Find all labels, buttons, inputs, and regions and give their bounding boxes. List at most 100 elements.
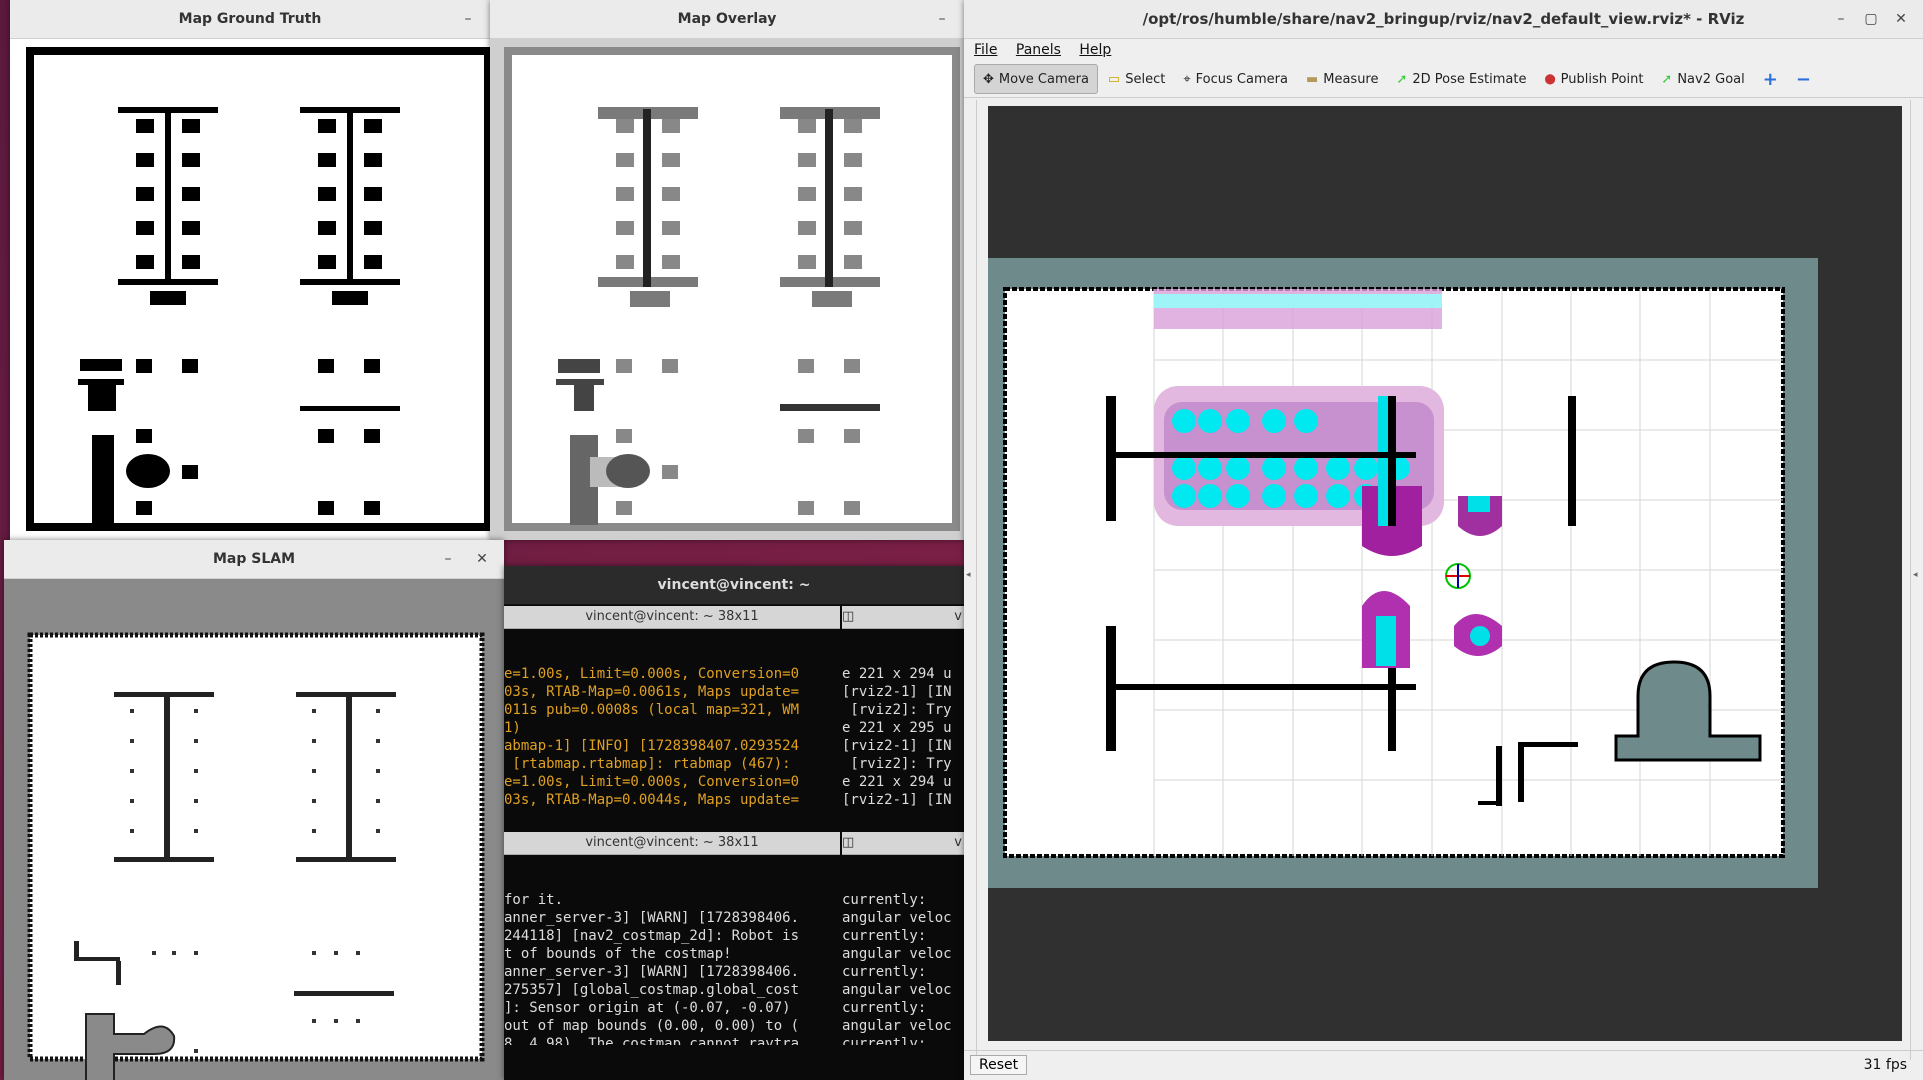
terminal-line: t of bounds of the costmap! — [504, 946, 732, 962]
toolbar: ✥ Move Camera ▭ Select ⌖ Focus Camera ▬ Meas… — [964, 61, 1923, 98]
overlay-map — [490, 39, 964, 540]
terminal-tab[interactable]: ◫ v — [842, 606, 964, 629]
tool-label: Focus Camera — [1195, 71, 1288, 87]
titlebar[interactable]: /opt/ros/humble/share/nav2_bringup/rviz/… — [964, 0, 1923, 39]
terminal-line: e 221 x 295 u — [842, 720, 952, 736]
minimize-button[interactable]: – — [930, 0, 954, 38]
terminal-window: vincent@vincent: ~ vincent@vincent: ~ 38… — [504, 566, 964, 1080]
nav2-goal-icon: ➚ — [1661, 71, 1673, 87]
minimize-button[interactable]: – — [1829, 0, 1853, 38]
slam-map — [4, 579, 504, 1080]
terminal-line: angular veloc — [842, 910, 952, 926]
terminal-line: 011s pub=0.0008s (local map=321, WM — [504, 702, 800, 718]
terminal-line: ]: Sensor origin at (-0.07, -0.07) — [504, 1000, 791, 1016]
tool-label: Nav2 Goal — [1677, 71, 1745, 87]
pose-estimate-button[interactable]: ➚ 2D Pose Estimate — [1388, 65, 1534, 93]
select-button[interactable]: ▭ Select — [1100, 65, 1173, 93]
terminal-line: [rviz2-1] [IN — [842, 792, 952, 808]
minimize-button[interactable]: – — [456, 0, 480, 38]
terminal-line: e=1.00s, Limit=0.000s, Conversion=0 — [504, 666, 800, 682]
terminal-output: e=1.00s, Limit=0.000s, Conversion=0 03s, … — [504, 665, 834, 809]
nav2-goal-button[interactable]: ➚ Nav2 Goal — [1653, 65, 1752, 93]
terminal-line: anner_server-3] [WARN] [1728398406. — [504, 910, 800, 926]
terminal-line: 1) — [504, 720, 521, 736]
terminal-line: angular veloc — [842, 946, 952, 962]
terminal-line: e=1.00s, Limit=0.000s, Conversion=0 — [504, 774, 800, 790]
window-title: vincent@vincent: ~ — [657, 577, 811, 593]
terminal-tab[interactable]: vincent@vincent: ~ 38x11 — [504, 606, 840, 629]
menu-help[interactable]: Help — [1079, 42, 1111, 58]
tool-label: 2D Pose Estimate — [1412, 71, 1527, 87]
terminal-pane-controller[interactable]: currently: angular veloc currently: angular… — [842, 855, 964, 1045]
map-overlay-window: Map Overlay – — [490, 0, 964, 540]
menu-file[interactable]: File — [974, 42, 997, 58]
close-icon[interactable]: ✕ — [470, 540, 494, 578]
terminal-pane-rtabmap[interactable]: e=1.00s, Limit=0.000s, Conversion=0 03s, … — [504, 629, 834, 809]
publish-point-icon: ⬤ — [1544, 73, 1556, 85]
terminal-pane-rviz[interactable]: e 221 x 294 u [rviz2-1] [IN [rviz2]: Try e… — [842, 629, 964, 809]
publish-point-button[interactable]: ⬤ Publish Point — [1536, 65, 1651, 93]
minus-icon: − — [1795, 68, 1811, 90]
tab-label: v — [954, 835, 962, 850]
terminal-line: 244118] [nav2_costmap_2d]: Robot is — [504, 928, 800, 944]
map-ground-truth-window: Map Ground Truth – — [10, 0, 490, 540]
terminal-line: out of map bounds (0.00, 0.00) to ( — [504, 1018, 800, 1034]
window-title: Map Ground Truth — [178, 11, 322, 27]
focus-camera-button[interactable]: ⌖ Focus Camera — [1175, 65, 1296, 93]
terminal-titlebar[interactable]: vincent@vincent: ~ — [504, 566, 964, 605]
tab-label: v — [954, 609, 962, 624]
terminal-line: for it. — [504, 892, 564, 908]
measure-icon: ▬ — [1305, 71, 1319, 87]
chevron-right-icon: ◂ — [1913, 570, 1918, 580]
terminal-output: e 221 x 294 u [rviz2-1] [IN [rviz2]: Try e… — [842, 665, 964, 809]
add-tool-button[interactable]: + — [1755, 65, 1786, 93]
robot-pose-marker — [1445, 563, 1471, 589]
tool-label: Measure — [1323, 71, 1379, 87]
window-title: Map Overlay — [677, 11, 777, 27]
chevron-left-icon: ◂ — [966, 570, 971, 580]
menu-panels[interactable]: Panels — [1016, 42, 1061, 58]
left-panel-collapse[interactable]: ◂ — [964, 100, 977, 1060]
terminal-line: currently: — [842, 964, 927, 980]
terminal-pane-planner[interactable]: for it. anner_server-3] [WARN] [172839840… — [504, 855, 834, 1045]
select-icon: ▭ — [1107, 71, 1121, 87]
right-panel-collapse[interactable]: ◂ — [1910, 100, 1923, 1060]
titlebar[interactable]: Map SLAM – ✕ — [4, 540, 504, 579]
map-slam-window: Map SLAM – ✕ — [4, 540, 504, 1080]
rviz-window: /opt/ros/humble/share/nav2_bringup/rviz/… — [964, 0, 1923, 1080]
terminal-output: currently: angular veloc currently: angular… — [842, 891, 964, 1045]
maximize-button[interactable]: ▢ — [1859, 0, 1883, 38]
terminal-line: [rviz2]: Try — [842, 756, 952, 772]
terminal-line: 03s, RTAB-Map=0.0044s, Maps update= — [504, 792, 800, 808]
measure-button[interactable]: ▬ Measure — [1298, 65, 1387, 93]
terminal-line: angular veloc — [842, 1018, 952, 1034]
move-camera-button[interactable]: ✥ Move Camera — [974, 64, 1098, 94]
window-title: Map SLAM — [212, 551, 296, 567]
tool-label: Publish Point — [1560, 71, 1644, 87]
terminal-output: for it. anner_server-3] [WARN] [172839840… — [504, 891, 834, 1045]
terminal-line: currently: — [842, 928, 927, 944]
tool-label: Select — [1125, 71, 1166, 87]
focus-camera-icon: ⌖ — [1183, 71, 1191, 87]
reset-button[interactable]: Reset — [970, 1055, 1028, 1075]
close-icon[interactable]: ✕ — [1889, 0, 1913, 38]
titlebar[interactable]: Map Overlay – — [490, 0, 964, 39]
remove-tool-button[interactable]: − — [1788, 65, 1819, 93]
terminal-line: angular veloc — [842, 982, 952, 998]
terminal-line: 275357] [global_costmap.global_cost — [504, 982, 800, 998]
terminal-line: e 221 x 294 u — [842, 774, 952, 790]
terminal-line: currently: — [842, 1000, 927, 1016]
terminal-line: 8, 4.98). The costmap cannot raytra — [504, 1036, 800, 1045]
rviz-3d-viewport[interactable] — [988, 106, 1902, 1041]
move-camera-icon: ✥ — [983, 71, 994, 87]
minimize-button[interactable]: – — [436, 540, 460, 578]
terminal-tab[interactable]: vincent@vincent: ~ 38x11 — [504, 832, 840, 855]
terminal-line: [rviz2-1] [IN — [842, 684, 952, 700]
terminal-icon: ◫ — [842, 835, 855, 850]
plus-icon: + — [1762, 68, 1778, 90]
terminal-icon: ◫ — [842, 609, 855, 624]
terminal-line: anner_server-3] [WARN] [1728398406. — [504, 964, 800, 980]
terminal-tab[interactable]: ◫ v — [842, 832, 964, 855]
terminal-line: [rviz2]: Try — [842, 702, 952, 718]
titlebar[interactable]: Map Ground Truth – — [10, 0, 490, 39]
